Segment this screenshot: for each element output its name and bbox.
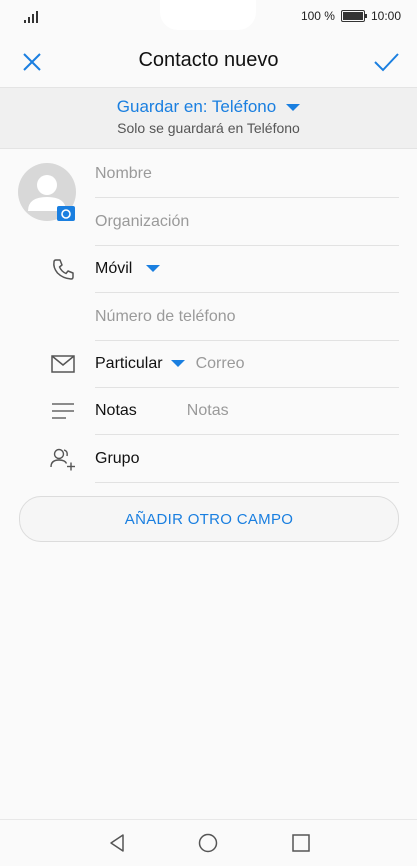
camera-icon[interactable] bbox=[57, 206, 75, 221]
clock: 10:00 bbox=[370, 9, 401, 23]
save-location-label: Guardar en: Teléfono bbox=[116, 97, 277, 116]
organization-field[interactable]: Organización bbox=[95, 198, 399, 246]
group-label: Grupo bbox=[95, 449, 140, 467]
mail-icon bbox=[51, 355, 75, 373]
battery-icon bbox=[340, 10, 367, 22]
camera-notch bbox=[160, 0, 256, 30]
name-field[interactable]: Nombre bbox=[95, 150, 399, 198]
back-icon[interactable] bbox=[106, 832, 128, 854]
name-placeholder: Nombre bbox=[95, 164, 152, 182]
phone-type-selector[interactable]: Móvil bbox=[95, 259, 161, 278]
recents-icon[interactable] bbox=[290, 832, 312, 854]
email-row: Particular Correo bbox=[95, 340, 399, 388]
notes-input[interactable]: Notas bbox=[187, 402, 229, 420]
notes-row: Notas Notas bbox=[95, 387, 399, 435]
notes-label: Notas bbox=[95, 401, 137, 419]
phone-type-row: Móvil bbox=[95, 245, 399, 293]
group-row[interactable]: Grupo bbox=[95, 435, 399, 483]
page-title: Contacto nuevo bbox=[138, 49, 279, 71]
signal-icon bbox=[24, 11, 38, 23]
status-bar: 100 % 10:00 bbox=[0, 0, 417, 34]
phone-number-placeholder: Número de teléfono bbox=[95, 307, 236, 325]
save-location-subtitle: Solo se guardará en Teléfono bbox=[117, 120, 300, 136]
navigation-bar bbox=[0, 819, 417, 866]
toolbar: Contacto nuevo bbox=[0, 36, 417, 86]
save-location-band: Guardar en: Teléfono Solo se guardará en… bbox=[0, 87, 417, 149]
email-input[interactable]: Correo bbox=[196, 355, 245, 373]
dropdown-arrow-icon bbox=[286, 103, 301, 111]
phone-type-label: Móvil bbox=[95, 259, 133, 277]
add-field-button[interactable]: AÑADIR OTRO CAMPO bbox=[19, 496, 399, 542]
group-add-icon bbox=[50, 448, 75, 471]
phone-icon bbox=[53, 259, 74, 280]
email-type-label: Particular bbox=[95, 354, 163, 372]
phone-number-field[interactable]: Número de teléfono bbox=[95, 293, 399, 341]
battery-percent: 100 % bbox=[300, 9, 335, 23]
save-location-selector[interactable]: Guardar en: Teléfono bbox=[116, 97, 301, 117]
dropdown-arrow-icon bbox=[146, 265, 161, 272]
organization-placeholder: Organización bbox=[95, 212, 190, 230]
notes-icon bbox=[52, 403, 74, 419]
home-icon[interactable] bbox=[197, 832, 219, 854]
status-right: 100 % 10:00 bbox=[301, 9, 401, 23]
email-type-selector[interactable]: Particular bbox=[95, 355, 185, 373]
dropdown-arrow-icon bbox=[170, 360, 185, 367]
check-icon[interactable] bbox=[371, 48, 401, 76]
